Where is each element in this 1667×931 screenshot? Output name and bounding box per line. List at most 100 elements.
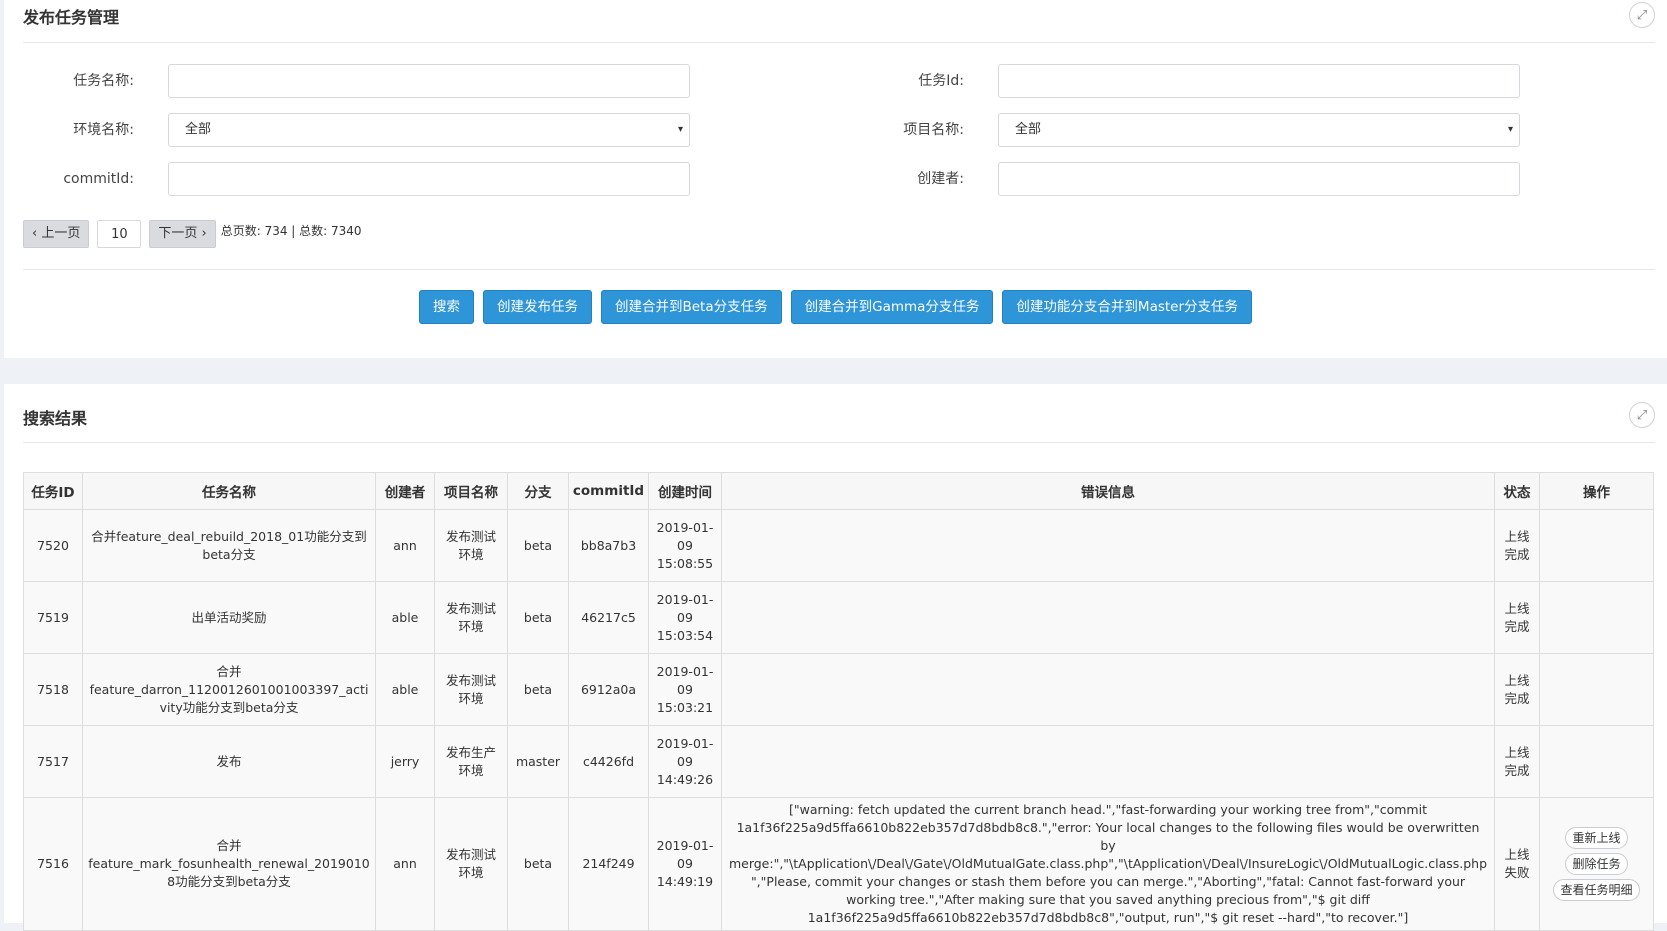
project-select-value: 全部	[1015, 122, 1042, 137]
page-info: 总页数: 734 | 总数: 7340	[220, 223, 362, 238]
next-page-button[interactable]: 下一页 ›	[149, 220, 216, 248]
cell-status: 上线完成	[1494, 725, 1540, 798]
prev-page-button[interactable]: ‹ 上一页	[23, 220, 90, 248]
project-select[interactable]: 全部 ▾	[998, 113, 1520, 147]
cell-id: 7519	[23, 581, 83, 654]
merge-master-button[interactable]: 创建功能分支合并到Master分支任务	[1002, 290, 1253, 324]
panel-title: 搜索结果	[23, 409, 88, 428]
cell-commit: bb8a7b3	[568, 509, 649, 582]
col-header[interactable]: 状态	[1494, 472, 1540, 510]
table-row: 7518 合并feature_darron_112001260100100339…	[23, 653, 1654, 726]
col-header[interactable]: 分支	[507, 472, 569, 510]
cell-creator: able	[375, 581, 435, 654]
col-header[interactable]: 任务名称	[82, 472, 376, 510]
expand-icon[interactable]: ⤢	[1629, 402, 1655, 428]
cell-id: 7517	[23, 725, 83, 798]
results-table: 任务ID 任务名称 创建者 项目名称 分支 commitId 创建时间 错误信息…	[23, 472, 1654, 931]
commit-input[interactable]	[168, 162, 690, 196]
cell-name: 合并feature_darron_1120012601001003397_act…	[82, 653, 376, 726]
cell-status: 上线完成	[1494, 653, 1540, 726]
cell-status: 上线完成	[1494, 581, 1540, 654]
cell-id: 7520	[23, 509, 83, 582]
table-row: 7516 合并feature_mark_fosunhealth_renewal_…	[23, 797, 1654, 931]
delete-task-button[interactable]: 删除任务	[1565, 853, 1628, 875]
chevron-down-icon: ▾	[1507, 124, 1513, 135]
cell-ops	[1539, 581, 1654, 654]
prev-page-label: 上一页	[41, 226, 81, 241]
cell-project: 发布测试环境	[434, 581, 508, 654]
redeploy-button[interactable]: 重新上线	[1565, 827, 1628, 849]
cell-creator: ann	[375, 797, 435, 931]
cell-error: ["warning: fetch updated the current bra…	[721, 797, 1495, 931]
merge-gamma-button[interactable]: 创建合并到Gamma分支任务	[790, 290, 994, 324]
view-task-detail-button[interactable]: 查看任务明细	[1553, 879, 1640, 901]
pagination: ‹ 上一页 下一页 › 总页数: 734 | 总数: 7340	[23, 220, 362, 248]
commit-label: commitId:	[63, 171, 134, 187]
creator-label: 创建者:	[917, 171, 964, 187]
cell-creator: able	[375, 653, 435, 726]
cell-branch: beta	[507, 581, 569, 654]
page-size-input[interactable]	[97, 220, 142, 248]
env-select-value: 全部	[185, 122, 212, 137]
cell-project: 发布生产环境	[434, 725, 508, 798]
next-page-label: 下一页	[158, 226, 198, 241]
panel-title: 发布任务管理	[23, 8, 120, 27]
cell-branch: master	[507, 725, 569, 798]
cell-ops	[1539, 509, 1654, 582]
cell-branch: beta	[507, 653, 569, 726]
divider	[23, 42, 1655, 43]
col-header[interactable]: 创建时间	[648, 472, 722, 510]
col-header[interactable]: 操作	[1539, 472, 1654, 510]
col-header[interactable]: 任务ID	[23, 472, 83, 510]
table-row: 7520 合并feature_deal_rebuild_2018_01功能分支到…	[23, 509, 1654, 582]
cell-creator: ann	[375, 509, 435, 582]
table-row: 7517 发布 jerry 发布生产环境 master c4426fd 2019…	[23, 725, 1654, 798]
col-header[interactable]: 创建者	[375, 472, 435, 510]
cell-error	[721, 581, 1495, 654]
task-name-input[interactable]	[168, 64, 690, 98]
cell-id: 7518	[23, 653, 83, 726]
table-header-row: 任务ID 任务名称 创建者 项目名称 分支 commitId 创建时间 错误信息…	[23, 472, 1654, 510]
cell-error	[721, 509, 1495, 582]
expand-icon[interactable]: ⤢	[1629, 2, 1655, 28]
task-name-label: 任务名称:	[73, 73, 134, 89]
cell-time: 2019-01-09 15:08:55	[648, 509, 722, 582]
cell-time: 2019-01-09 15:03:21	[648, 653, 722, 726]
cell-commit: c4426fd	[568, 725, 649, 798]
col-header[interactable]: 项目名称	[434, 472, 508, 510]
table-row: 7519 出单活动奖励 able 发布测试环境 beta 46217c5 201…	[23, 581, 1654, 654]
cell-ops	[1539, 653, 1654, 726]
cell-time: 2019-01-09 14:49:26	[648, 725, 722, 798]
chevron-down-icon: ▾	[677, 124, 683, 135]
search-button[interactable]: 搜索	[418, 290, 474, 324]
env-select[interactable]: 全部 ▾	[168, 113, 690, 147]
cell-name: 发布	[82, 725, 376, 798]
task-id-input[interactable]	[998, 64, 1520, 98]
cell-creator: jerry	[375, 725, 435, 798]
cell-name: 出单活动奖励	[82, 581, 376, 654]
divider	[23, 442, 1655, 443]
col-header[interactable]: 错误信息	[721, 472, 1495, 510]
creator-input[interactable]	[998, 162, 1520, 196]
cell-commit: 46217c5	[568, 581, 649, 654]
cell-commit: 6912a0a	[568, 653, 649, 726]
col-header[interactable]: commitId	[568, 472, 649, 510]
task-management-panel: 发布任务管理 ⤢ 任务名称: 任务Id: 环境名称: 全部 ▾ 项目名称: 全部…	[4, 0, 1667, 358]
cell-branch: beta	[507, 797, 569, 931]
create-release-button[interactable]: 创建发布任务	[482, 290, 592, 324]
cell-branch: beta	[507, 509, 569, 582]
cell-status: 上线失败	[1494, 797, 1540, 931]
project-label: 项目名称:	[903, 122, 964, 138]
env-label: 环境名称:	[73, 122, 134, 138]
cell-time: 2019-01-09 15:03:54	[648, 581, 722, 654]
cell-project: 发布测试环境	[434, 653, 508, 726]
cell-project: 发布测试环境	[434, 797, 508, 931]
cell-ops	[1539, 725, 1654, 798]
cell-name: 合并feature_deal_rebuild_2018_01功能分支到beta分…	[82, 509, 376, 582]
cell-time: 2019-01-09 14:49:19	[648, 797, 722, 931]
cell-id: 7516	[23, 797, 83, 931]
cell-project: 发布测试环境	[434, 509, 508, 582]
action-buttons: 搜索 创建发布任务 创建合并到Beta分支任务 创建合并到Gamma分支任务 创…	[4, 290, 1667, 324]
merge-beta-button[interactable]: 创建合并到Beta分支任务	[600, 290, 782, 324]
cell-error	[721, 725, 1495, 798]
